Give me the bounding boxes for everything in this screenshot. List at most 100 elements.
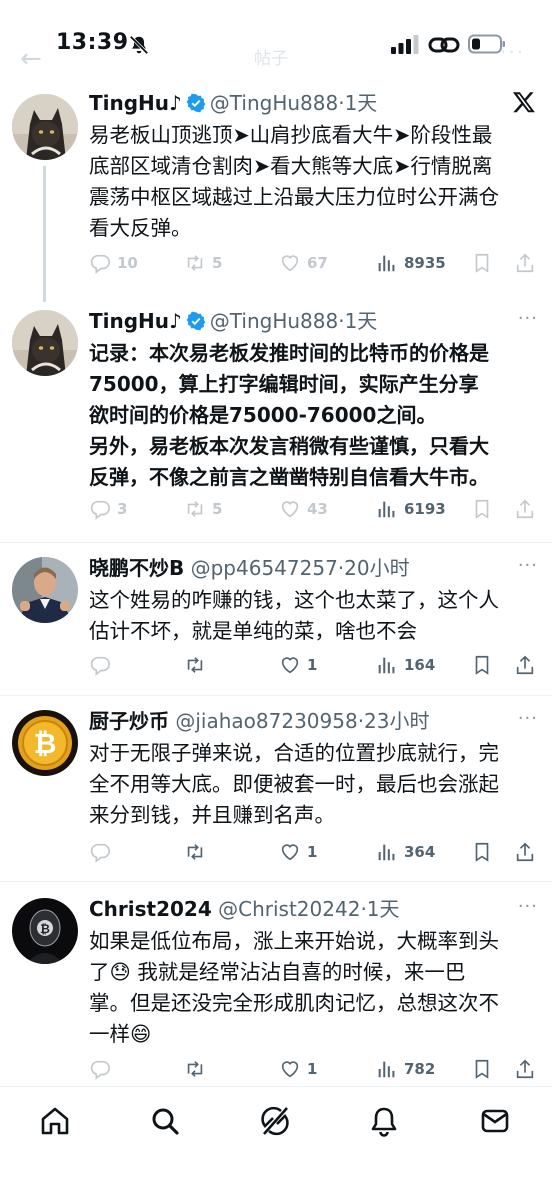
more-icon[interactable]: ··· — [500, 40, 525, 64]
verified-badge-icon — [186, 311, 206, 331]
display-name[interactable]: Christ2024 — [89, 897, 212, 921]
view-count: 782 — [404, 1060, 436, 1078]
avatar-tinghu[interactable] — [12, 310, 78, 376]
reply-icon — [90, 500, 110, 520]
notifications-icon[interactable] — [368, 1105, 400, 1137]
search-icon[interactable] — [149, 1105, 181, 1137]
retweet-icon — [187, 501, 203, 517]
tweet-text: 记录：本次易老板发推时间的比特币的价格是 75000，算上打字编辑时间，实际产生… — [89, 341, 489, 489]
reply-button[interactable]: 10 — [89, 250, 138, 276]
bookmark-icon — [475, 1059, 489, 1079]
bell-off-icon — [129, 35, 149, 55]
like-button[interactable]: 43 — [279, 496, 328, 522]
more-options-icon[interactable]: ··· — [518, 308, 538, 329]
share-icon — [516, 655, 534, 675]
handle[interactable]: @TingHu888 — [210, 91, 338, 115]
more-options-icon[interactable]: ··· — [518, 708, 538, 729]
handle[interactable]: @pp46547257 — [191, 556, 338, 580]
reply-button[interactable]: 3 — [89, 496, 127, 522]
tweet-5[interactable]: ₿ Christ2024 @Christ20242·1天 ··· 如果是低位布局… — [0, 882, 552, 1086]
avatar-christ[interactable]: ₿ — [12, 898, 78, 964]
retweet-icon — [187, 1061, 203, 1077]
reply-button[interactable] — [89, 1056, 117, 1082]
like-button[interactable]: 1 — [279, 1056, 317, 1082]
status-bar: 13:39 ← 帖子 ··· — [0, 0, 552, 90]
bookmark-button[interactable] — [471, 839, 499, 865]
share-button[interactable] — [514, 250, 542, 276]
x-logo-icon[interactable] — [512, 90, 536, 114]
handle[interactable]: @Christ20242 — [218, 897, 360, 921]
view-count: 164 — [404, 656, 436, 674]
avatar-tinghu[interactable] — [12, 94, 78, 160]
more-options-icon[interactable]: ··· — [518, 896, 538, 917]
share-button[interactable] — [514, 1056, 542, 1082]
views-chart-icon — [378, 255, 395, 272]
tweet-4[interactable]: ₿ 厨子炒币 @jiahao87230958·23小时 ··· 对于无限子弹来说… — [0, 696, 552, 882]
views-button[interactable]: 364 — [376, 839, 435, 865]
retweet-count: 5 — [212, 500, 223, 518]
display-name[interactable]: 晓鹏不炒B — [89, 556, 184, 580]
retweet-button[interactable] — [184, 652, 212, 678]
tweet-actions: 1 782 — [89, 1056, 539, 1082]
heart-icon — [281, 657, 299, 674]
display-name[interactable]: TingHu♪ — [89, 309, 182, 333]
back-arrow-icon[interactable]: ← — [20, 44, 42, 74]
tweet-actions: 10 5 67 8935 — [89, 250, 539, 276]
bookmark-icon — [475, 253, 489, 273]
bookmark-button[interactable] — [471, 1056, 499, 1082]
grok-icon[interactable] — [259, 1105, 291, 1137]
tweet-time: ·20小时 — [337, 556, 410, 580]
bookmark-icon — [475, 655, 489, 675]
share-button[interactable] — [514, 652, 542, 678]
views-button[interactable]: 782 — [376, 1056, 435, 1082]
tweet-actions: 1 364 — [89, 839, 539, 865]
handle[interactable]: @jiahao87230958 — [175, 709, 357, 733]
display-name[interactable]: TingHu♪ — [89, 91, 182, 115]
reply-button[interactable] — [89, 839, 117, 865]
views-chart-icon — [378, 501, 395, 518]
tweet-2[interactable]: TingHu♪ @TingHu888·1天 ··· 记录：本次易老板发推时间的比特… — [0, 298, 552, 544]
heart-icon — [281, 501, 299, 518]
tweet-header: TingHu♪ @TingHu888·1天 — [89, 308, 377, 334]
bookmark-button[interactable] — [471, 496, 499, 522]
share-button[interactable] — [514, 839, 542, 865]
views-button[interactable]: 164 — [376, 652, 435, 678]
retweet-button[interactable] — [184, 839, 212, 865]
tweet-1[interactable]: TingHu♪ @TingHu888·1天 易老板山顶逃顶➤山肩抄底看大牛➤阶段性… — [0, 86, 552, 302]
share-icon — [516, 253, 534, 273]
retweet-icon — [187, 844, 203, 860]
handle[interactable]: @TingHu888 — [210, 309, 338, 333]
tweet-time: ·23小时 — [357, 709, 430, 733]
retweet-button[interactable] — [184, 1056, 212, 1082]
views-button[interactable]: 6193 — [376, 496, 446, 522]
view-count: 364 — [404, 843, 436, 861]
reply-button[interactable] — [89, 652, 117, 678]
tweet-header: 晓鹏不炒B @pp46547257·20小时 — [89, 555, 410, 581]
like-count: 43 — [307, 500, 328, 518]
like-button[interactable]: 1 — [279, 839, 317, 865]
view-count: 8935 — [404, 254, 446, 272]
share-button[interactable] — [514, 496, 542, 522]
like-count: 1 — [307, 843, 318, 861]
bookmark-button[interactable] — [471, 250, 499, 276]
avatar-jiahao[interactable]: ₿ — [12, 710, 78, 776]
views-button[interactable]: 8935 — [376, 250, 446, 276]
tweet-header: Christ2024 @Christ20242·1天 — [89, 896, 400, 922]
tweet-time: ·1天 — [338, 309, 378, 333]
tweet-3[interactable]: 晓鹏不炒B @pp46547257·20小时 ··· 这个姓易的咋赚的钱，这个也… — [0, 543, 552, 696]
avatar-pp[interactable] — [12, 557, 78, 623]
more-options-icon[interactable]: ··· — [518, 555, 538, 576]
messages-icon[interactable] — [479, 1105, 511, 1137]
like-button[interactable]: 1 — [279, 652, 317, 678]
home-icon[interactable] — [39, 1105, 71, 1137]
like-button[interactable]: 67 — [279, 250, 328, 276]
tweet-header: TingHu♪ @TingHu888·1天 — [89, 90, 377, 116]
bottom-nav — [0, 1086, 552, 1200]
like-count: 1 — [307, 1060, 318, 1078]
bookmark-button[interactable] — [471, 652, 499, 678]
display-name[interactable]: 厨子炒币 — [89, 709, 169, 733]
retweet-button[interactable]: 5 — [184, 250, 222, 276]
retweet-icon — [187, 255, 203, 271]
svg-text:₿: ₿ — [40, 922, 50, 936]
retweet-button[interactable]: 5 — [184, 496, 222, 522]
